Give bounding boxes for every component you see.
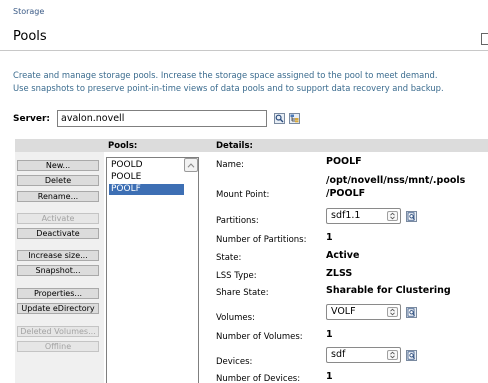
- lss-type-value: ZLSS: [326, 268, 353, 279]
- description-line-1: Create and manage storage pools. Increas…: [13, 70, 438, 80]
- devices-select-value: sdf: [331, 349, 346, 360]
- share-state-value: Sharable for Clustering: [326, 285, 451, 296]
- up-down-arrows-icon: [387, 350, 398, 360]
- number-of-devices-value: 1: [326, 371, 333, 382]
- activate-button[interactable]: Activate: [17, 213, 99, 224]
- state-value: Active: [326, 250, 360, 261]
- mount-point-value-line-1: /opt/novell/nss/mnt/.pools: [326, 175, 466, 186]
- server-input[interactable]: [57, 110, 267, 127]
- scroll-up-icon[interactable]: [184, 158, 198, 172]
- state-label: State:: [216, 253, 242, 263]
- number-of-partitions-label: Number of Partitions:: [216, 235, 307, 245]
- number-of-volumes-label: Number of Volumes:: [216, 332, 303, 342]
- rename-button[interactable]: Rename...: [17, 191, 99, 202]
- description-line-2: Use snapshots to preserve point-in-time …: [13, 83, 444, 93]
- increase-size-button[interactable]: Increase size...: [17, 250, 99, 261]
- share-state-label: Share State:: [216, 288, 269, 298]
- tree-browse-icon[interactable]: [289, 113, 300, 124]
- properties-button[interactable]: Properties...: [17, 288, 99, 299]
- volumes-select-value: VOLF: [331, 306, 356, 317]
- devices-label: Devices:: [216, 357, 253, 367]
- snapshot-button[interactable]: Snapshot...: [17, 265, 99, 276]
- pool-list-item[interactable]: POOLE: [109, 172, 184, 183]
- up-down-arrows-icon: [387, 307, 398, 317]
- volume-details-icon[interactable]: [406, 307, 417, 318]
- device-details-icon[interactable]: [406, 350, 417, 361]
- number-of-volumes-value: 1: [326, 329, 333, 340]
- number-of-devices-label: Number of Devices:: [216, 374, 301, 383]
- breadcrumb[interactable]: Storage: [13, 7, 44, 16]
- pool-list-item[interactable]: POOLD: [109, 160, 184, 171]
- partitions-select-value: sdf1.1: [331, 210, 361, 221]
- server-label: Server:: [13, 114, 51, 124]
- volumes-select[interactable]: VOLF: [326, 304, 401, 320]
- pool-list-item-selected[interactable]: POOLF: [109, 184, 184, 195]
- volumes-label: Volumes:: [216, 313, 255, 323]
- new-button[interactable]: New...: [17, 160, 99, 171]
- offline-button[interactable]: Offline: [17, 341, 99, 352]
- deactivate-button[interactable]: Deactivate: [17, 228, 99, 239]
- page-description: Create and manage storage pools. Increas…: [13, 69, 444, 95]
- title-divider: [0, 50, 488, 51]
- name-value: POOLF: [326, 156, 362, 167]
- lss-type-label: LSS Type:: [216, 271, 257, 281]
- number-of-partitions-value: 1: [326, 232, 333, 243]
- page-title: Pools: [13, 29, 47, 44]
- partition-details-icon[interactable]: [406, 211, 417, 222]
- mount-point-label: Mount Point:: [216, 190, 270, 200]
- name-label: Name:: [216, 160, 244, 170]
- mount-point-value-line-2: /POOLF: [326, 188, 366, 199]
- deleted-volumes-button[interactable]: Deleted Volumes...: [17, 326, 99, 337]
- pools-header: Pools:: [108, 141, 138, 151]
- search-icon[interactable]: [274, 113, 285, 124]
- delete-button[interactable]: Delete: [17, 175, 99, 186]
- update-edirectory-button[interactable]: Update eDirectory: [17, 303, 99, 314]
- partitions-select[interactable]: sdf1.1: [326, 208, 401, 224]
- details-header: Details:: [216, 141, 253, 151]
- devices-select[interactable]: sdf: [326, 347, 401, 363]
- title-corner-decoration: [481, 33, 488, 45]
- partitions-label: Partitions:: [216, 216, 259, 226]
- up-down-arrows-icon: [387, 211, 398, 221]
- pool-list[interactable]: POOLD POOLE POOLF: [106, 157, 199, 383]
